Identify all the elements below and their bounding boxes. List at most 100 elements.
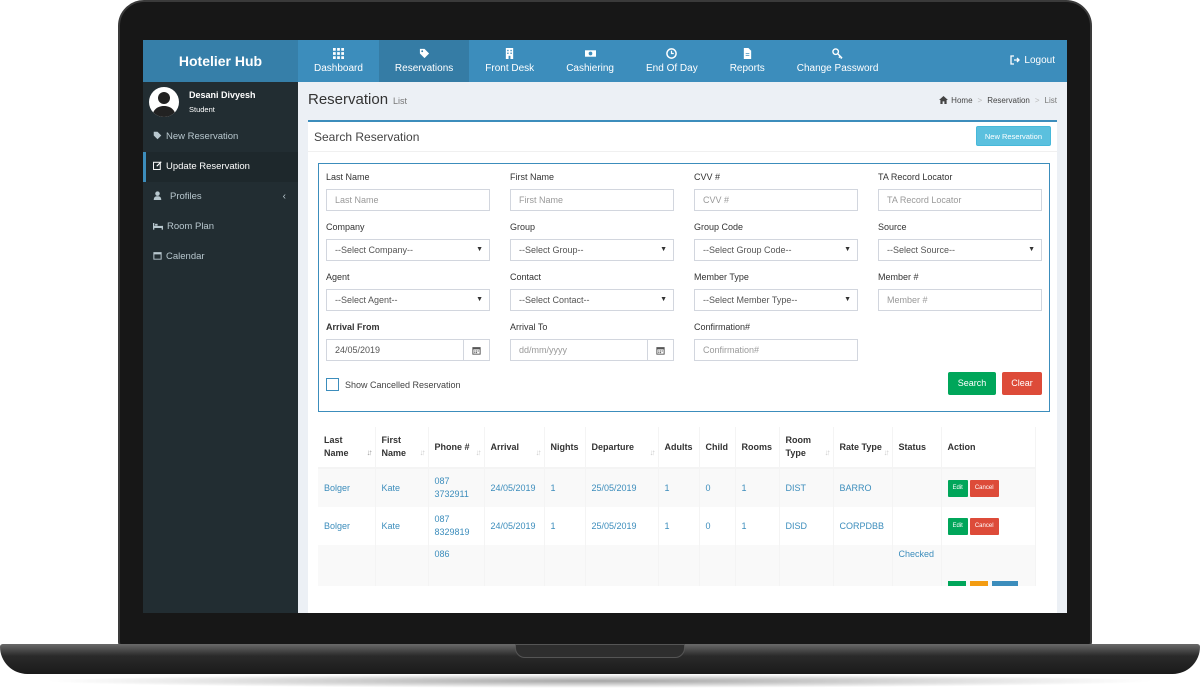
- cell-phone[interactable]: 086: [428, 545, 485, 586]
- confirmation-input[interactable]: Confirmation#: [694, 339, 858, 361]
- member-no-input[interactable]: Member #: [878, 289, 1042, 311]
- cell-rooms[interactable]: 1: [735, 468, 780, 507]
- column-header-label: Rooms: [741, 441, 773, 452]
- group-label: Group: [510, 222, 536, 232]
- column-header-label: Phone #: [434, 441, 470, 452]
- nav-end-of-day[interactable]: End Of Day: [630, 40, 714, 82]
- cell-phone[interactable]: 087 8329819: [428, 507, 485, 545]
- sidebar-item-label: Update Reservation: [166, 161, 250, 172]
- nav-cashiering[interactable]: Cashiering: [550, 40, 630, 82]
- cell-adults[interactable]: 1: [658, 468, 700, 507]
- show-cancelled-label[interactable]: Show Cancelled Reservation: [345, 380, 461, 390]
- search-button[interactable]: Search: [948, 372, 996, 395]
- cell-arrival[interactable]: 24/05/2019: [484, 468, 545, 507]
- cvv-input[interactable]: CVV #: [694, 189, 858, 211]
- first-name-input[interactable]: First Name: [510, 189, 674, 211]
- cell-phone[interactable]: 087 3732911: [428, 468, 485, 507]
- agent-select[interactable]: --Select Agent-- ▼: [326, 289, 490, 311]
- column-header[interactable]: Arrival ↓↑: [484, 427, 545, 469]
- column-header[interactable]: Rate Type ↓↑: [833, 427, 893, 469]
- column-header-label: Rate Type: [839, 441, 882, 452]
- cell-rate-type[interactable]: BARRO: [833, 468, 893, 507]
- sidebar-item-calendar[interactable]: Calendar: [143, 242, 298, 272]
- column-header[interactable]: Room Type ↓↑: [779, 427, 834, 469]
- column-header-label: Nights: [550, 441, 579, 452]
- cell-departure[interactable]: 25/05/2019: [585, 507, 659, 545]
- caret-down-icon: ▼: [660, 246, 667, 253]
- new-reservation-button[interactable]: New Reservation: [975, 126, 1051, 146]
- cell-last-name[interactable]: Bolger: [318, 468, 376, 507]
- sidebar-item-update-reservation[interactable]: Update Reservation: [143, 152, 298, 182]
- avatar: [149, 87, 179, 117]
- logout-button[interactable]: Logout: [1010, 40, 1055, 82]
- cell-child[interactable]: 0: [699, 507, 736, 545]
- group-group: Group --Select Group-- ▼: [510, 222, 674, 261]
- member-type-select[interactable]: --Select Member Type-- ▼: [694, 289, 858, 311]
- cell-room-type[interactable]: DISD: [779, 507, 834, 545]
- cancel-button[interactable]: Cancel: [969, 479, 999, 497]
- action-button[interactable]: [969, 581, 988, 586]
- calendar-button[interactable]: [463, 339, 489, 361]
- cell-last-name[interactable]: Bolger: [318, 507, 376, 545]
- cancel-button[interactable]: Cancel: [969, 517, 999, 535]
- arrival-to-input[interactable]: dd/mm/yyyy: [510, 339, 674, 361]
- action-button[interactable]: [947, 581, 966, 586]
- source-group: Source --Select Source-- ▼: [878, 222, 1042, 261]
- logout-label: Logout: [1024, 55, 1055, 66]
- sort-icon: ↓↑: [649, 448, 656, 457]
- group-select[interactable]: --Select Group-- ▼: [510, 239, 674, 261]
- sidebar-item-room-plan[interactable]: Room Plan: [143, 212, 298, 242]
- cell-room-type[interactable]: DIST: [779, 468, 834, 507]
- company-group: Company --Select Company-- ▼: [326, 222, 490, 261]
- caret-down-icon: ▼: [1028, 246, 1035, 253]
- ta-locator-input[interactable]: TA Record Locator: [878, 189, 1042, 211]
- cell-adults[interactable]: 1: [658, 507, 700, 545]
- show-cancelled-checkbox[interactable]: [326, 378, 339, 391]
- sidebar-item-label: New Reservation: [166, 131, 239, 142]
- cell-departure[interactable]: 25/05/2019: [585, 468, 659, 507]
- cell-rooms[interactable]: 1: [735, 507, 780, 545]
- last-name-input[interactable]: Last Name: [326, 189, 490, 211]
- contact-group: Contact --Select Contact-- ▼: [510, 272, 674, 311]
- nav-reservations[interactable]: Reservations: [378, 40, 470, 82]
- confirmation-group: Confirmation# Confirmation#: [694, 322, 858, 361]
- caret-down-icon: ▼: [476, 246, 483, 253]
- breadcrumb-reservation[interactable]: Reservation: [987, 96, 1030, 105]
- first-name-label: First Name: [510, 172, 555, 182]
- source-select[interactable]: --Select Source-- ▼: [878, 239, 1042, 261]
- arrival-from-input[interactable]: 24/05/2019: [326, 339, 490, 361]
- nav-front-desk[interactable]: Front Desk: [469, 40, 550, 82]
- nav-reports[interactable]: Reports: [714, 40, 781, 82]
- sidebar-item-new-reservation[interactable]: New Reservation: [143, 122, 298, 152]
- contact-select-value: --Select Contact--: [519, 295, 590, 305]
- caret-down-icon: ▼: [476, 296, 483, 303]
- nav-dashboard[interactable]: Dashboard: [298, 40, 379, 82]
- contact-select[interactable]: --Select Contact-- ▼: [510, 289, 674, 311]
- column-header[interactable]: First Name ↓↑: [375, 427, 429, 469]
- arrival-from-label: Arrival From: [326, 322, 380, 332]
- sort-icon: ↓↑: [535, 448, 542, 457]
- nav-change-password[interactable]: Change Password: [781, 40, 895, 82]
- column-header[interactable]: Departure ↓↑: [585, 427, 659, 469]
- calendar-button[interactable]: [647, 339, 673, 361]
- clear-button[interactable]: Clear: [1002, 372, 1042, 395]
- cell-nights[interactable]: 1: [544, 468, 586, 507]
- cell-rate-type[interactable]: CORPDBB: [833, 507, 893, 545]
- edit-button[interactable]: Edit: [947, 517, 968, 535]
- column-header[interactable]: Last Name ↓↑: [318, 427, 376, 469]
- cell-child[interactable]: 0: [699, 468, 736, 507]
- cell-first-name[interactable]: Kate: [375, 468, 429, 507]
- cell-arrival[interactable]: 24/05/2019: [484, 507, 545, 545]
- breadcrumb-home[interactable]: Home: [951, 96, 972, 105]
- edit-button[interactable]: Edit: [947, 479, 968, 497]
- sidebar-item-profiles[interactable]: Profiles ‹: [143, 182, 298, 212]
- group-code-select[interactable]: --Select Group Code-- ▼: [694, 239, 858, 261]
- user-panel: Desani Divyesh Student: [143, 82, 298, 122]
- brand-logo[interactable]: Hotelier Hub: [143, 40, 298, 82]
- column-header[interactable]: Phone # ↓↑: [428, 427, 485, 469]
- column-header: Adults: [658, 427, 700, 469]
- company-select[interactable]: --Select Company-- ▼: [326, 239, 490, 261]
- cell-nights[interactable]: 1: [544, 507, 586, 545]
- cell-first-name[interactable]: Kate: [375, 507, 429, 545]
- action-button[interactable]: [991, 581, 1018, 586]
